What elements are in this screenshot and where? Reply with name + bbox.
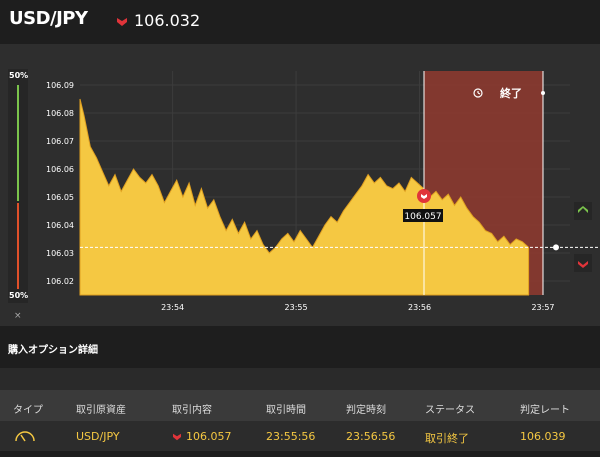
y-tick-label: 106.02 [46,277,74,286]
col-status: ステータス [425,405,475,416]
entry-price-label: 106.057 [404,212,441,222]
y-tick-label: 106.06 [46,165,74,174]
y-tick-label: 106.09 [46,81,74,90]
row-asset: USD/JPY [76,430,120,443]
row-status: 取引終了 [425,432,469,445]
x-axis: 23:54 23:55 23:56 23:57 [161,303,554,312]
table-row[interactable]: USD/JPY 106.057 23:55:56 23:56:56 取引終了 1… [0,421,600,451]
bottom-strip [0,451,600,457]
table-header: タイプ 取引原資産 取引内容 取引時間 判定時刻 ステータス 判定レート [0,390,600,421]
y-axis: 106.09 106.08 106.07 106.06 106.05 106.04 106.… [46,81,74,286]
price-chart: 終了 106.057 106.09106.08106.07106.06106.0… [46,71,600,312]
current-price-dot [553,244,559,251]
currency-pair-title: USD/JPY [9,8,88,29]
down-arrow-icon [117,18,127,26]
x-tick-label: 23:54 [161,303,184,312]
row-time: 23:55:56 [266,430,316,443]
row-judge-time: 23:56:56 [346,430,396,443]
gauge-icon [15,431,35,442]
down-arrow-icon [578,261,588,268]
x-tick-label: 23:56 [408,303,431,312]
header-bar: USD/JPY 106.032 [0,0,600,44]
col-time: 取引時間 [266,405,306,416]
col-rate: 判定レート [520,405,570,416]
x-tick-label: 23:55 [285,303,308,312]
col-trade: 取引内容 [172,405,212,416]
chart-panel: 50% 50% × 終了 106.057 106.09 106.08 106.07 1… [0,44,600,326]
high-button[interactable] [574,202,592,220]
section-title: 購入オプション詳細 [8,345,98,356]
low-button[interactable] [574,254,592,272]
row-trade: 106.057 [186,430,232,443]
col-type: タイプ [13,405,43,416]
x-tick-label: 23:57 [531,303,554,312]
expiry-dot [541,91,545,95]
y-tick-label: 106.08 [46,109,74,118]
y-tick-label: 106.04 [46,221,74,230]
y-tick-label: 106.05 [46,193,74,202]
row-rate: 106.039 [520,430,566,443]
entry-marker [417,189,431,203]
expired-zone-label: 終了 [500,86,522,100]
col-asset: 取引原資産 [76,405,126,416]
y-tick-label: 106.03 [46,249,74,258]
up-arrow-icon [578,206,588,213]
col-judge-time: 判定時刻 [346,405,386,416]
current-price: 106.032 [134,11,201,30]
y-tick-label: 106.07 [46,137,74,146]
down-arrow-icon [173,433,181,441]
section-spacer [0,368,600,390]
options-section-header: 購入オプション詳細 [0,326,600,368]
